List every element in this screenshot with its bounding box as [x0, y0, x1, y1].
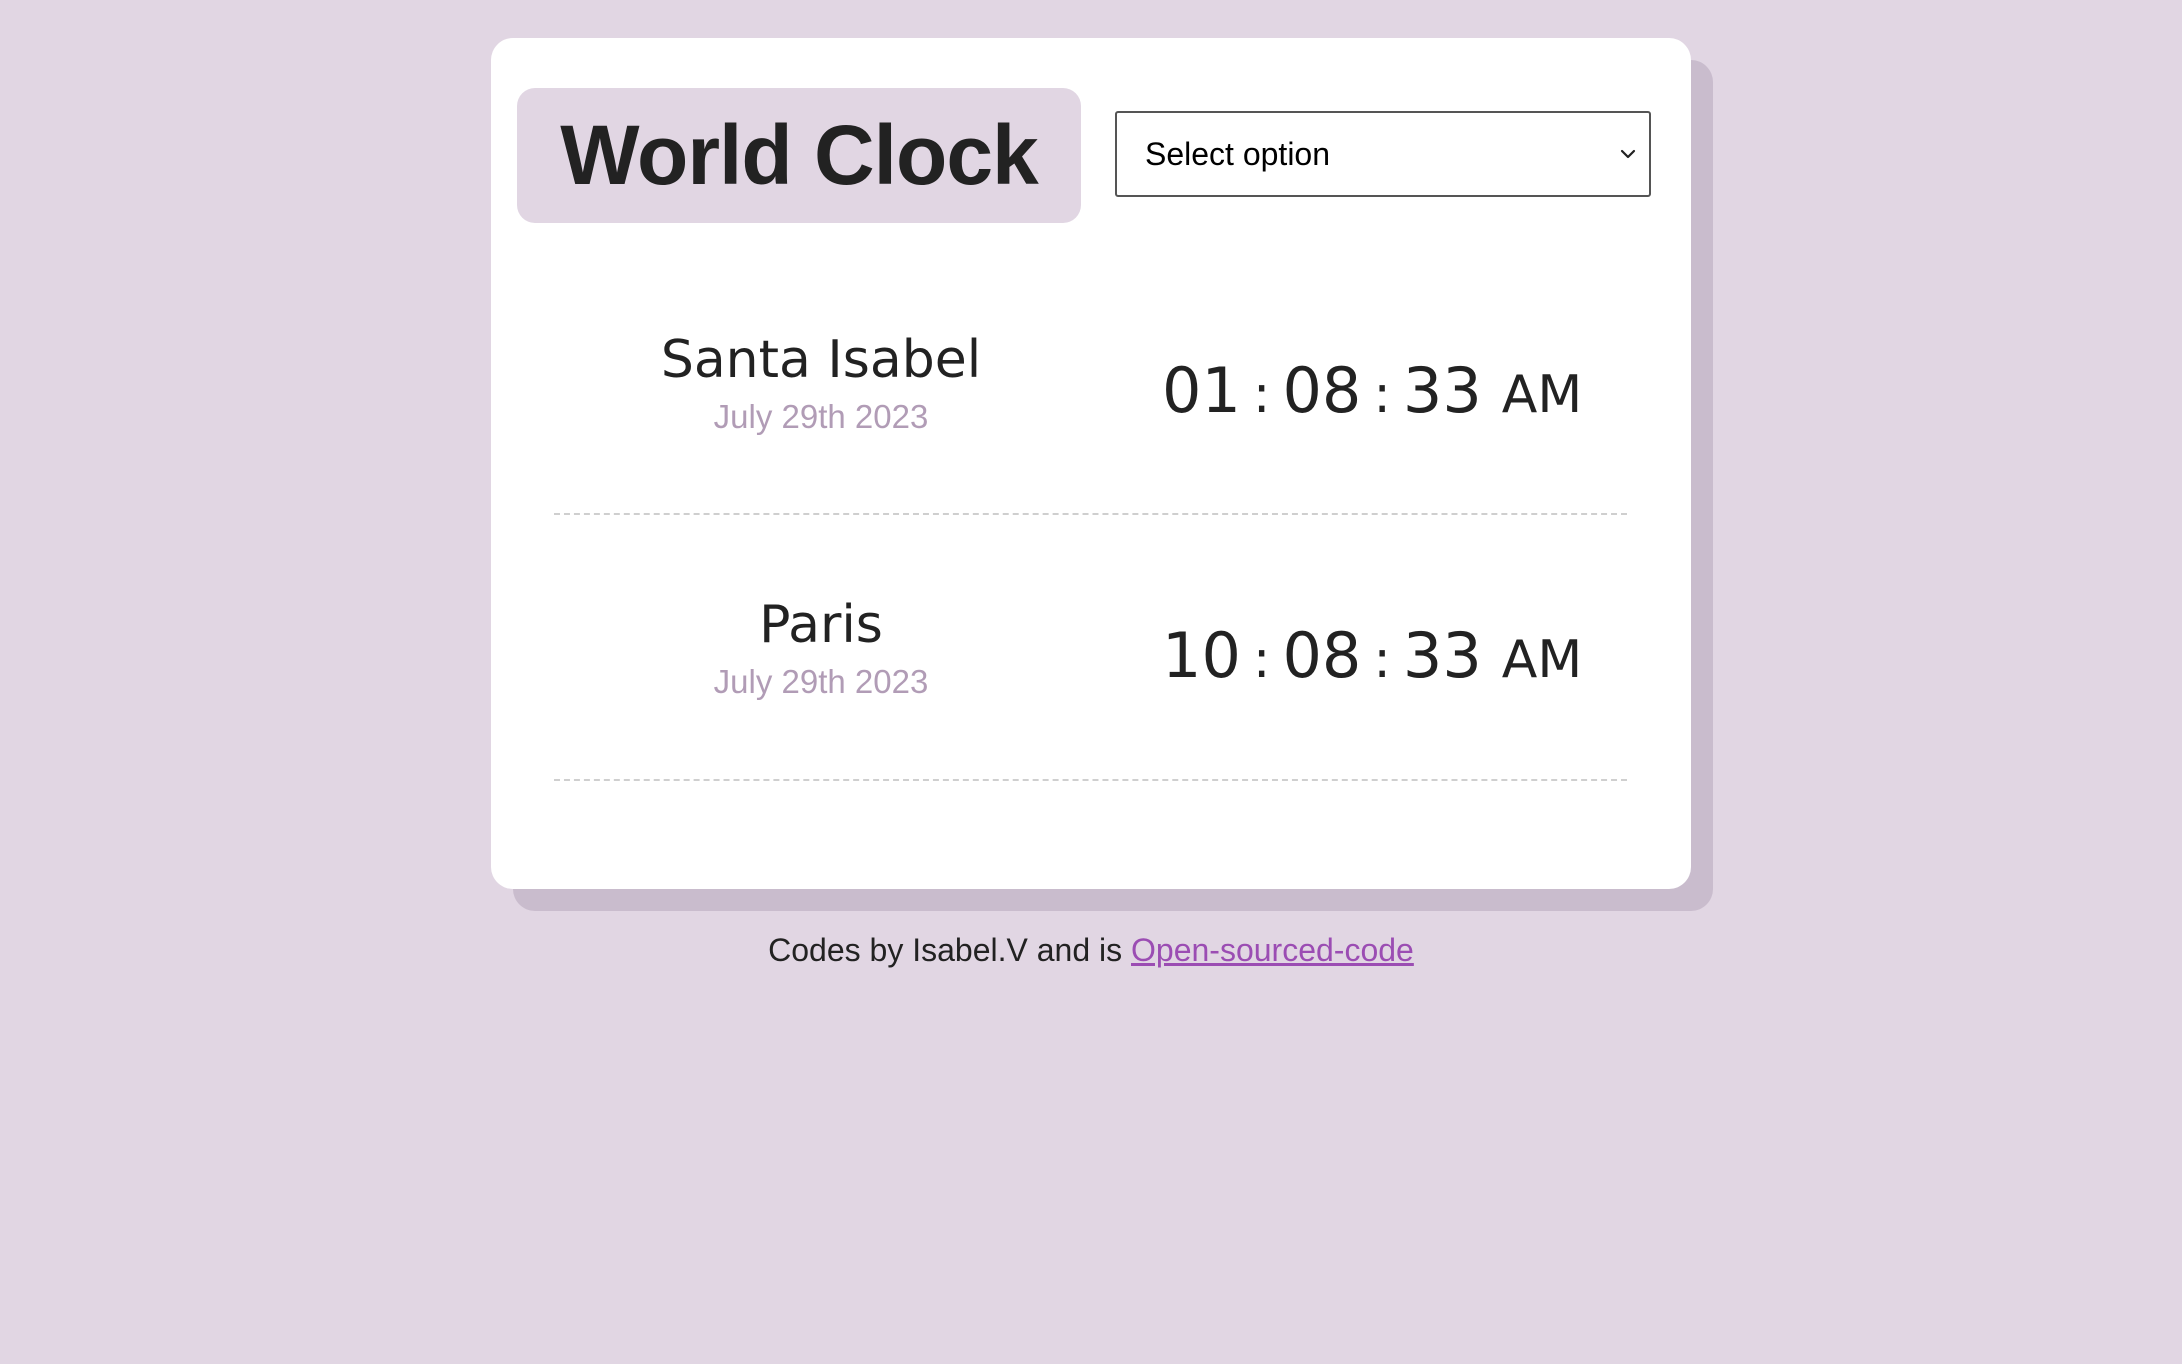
time-seconds: 33: [1402, 619, 1482, 692]
time-separator: :: [1252, 630, 1271, 690]
world-clock-card: World Clock Select option Santa Isabel J…: [491, 38, 1691, 889]
time-separator: :: [1373, 365, 1391, 425]
chevron-down-icon: [1620, 149, 1636, 159]
time-hours: 10: [1162, 619, 1241, 692]
city-time: 01 : 08 : 33 AM: [1162, 354, 1582, 427]
time-ampm: AM: [1501, 365, 1583, 425]
page-title: World Clock: [560, 108, 1038, 202]
city-select[interactable]: Select option: [1115, 111, 1651, 197]
city-time: 10 : 08 : 33 AM: [1162, 619, 1582, 692]
time-minutes: 08: [1282, 619, 1362, 692]
city-info: Santa Isabel July 29th 2023: [554, 330, 1088, 436]
time-separator: :: [1373, 630, 1391, 690]
title-box: World Clock: [517, 88, 1081, 223]
time-minutes: 08: [1282, 354, 1362, 427]
time-separator: :: [1252, 365, 1271, 425]
footer-text: Codes by Isabel.V and is: [768, 932, 1123, 968]
time-seconds: 33: [1402, 354, 1482, 427]
city-select-value: Select option: [1145, 135, 1331, 172]
time-hours: 01: [1162, 354, 1241, 427]
city-name: Paris: [759, 595, 883, 655]
time-ampm: AM: [1501, 630, 1583, 690]
city-info: Paris July 29th 2023: [554, 595, 1088, 701]
footer: Codes by Isabel.V and is Open-sourced-co…: [0, 932, 2182, 969]
city-date: July 29th 2023: [713, 398, 929, 435]
city-date: July 29th 2023: [713, 663, 929, 700]
city-row: Santa Isabel July 29th 2023 01 : 08 : 33…: [554, 288, 1627, 515]
city-row: Paris July 29th 2023 10 : 08 : 33 AM: [554, 515, 1627, 781]
open-source-link[interactable]: Open-sourced-code: [1131, 932, 1414, 968]
city-name: Santa Isabel: [660, 330, 982, 390]
